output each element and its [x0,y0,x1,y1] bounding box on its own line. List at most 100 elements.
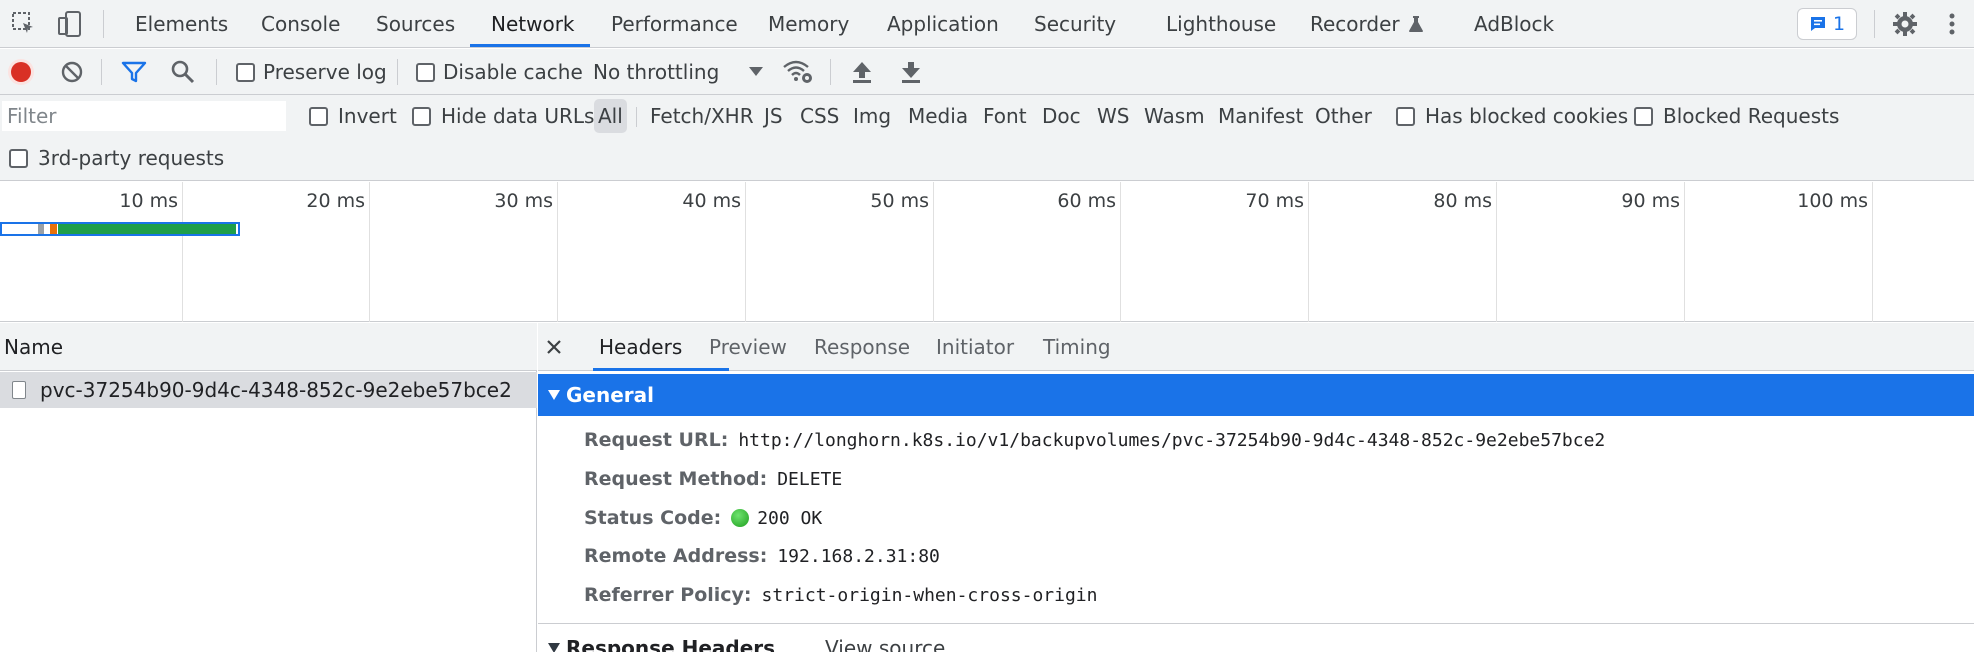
flask-icon [1408,15,1424,33]
type-filter-wasm[interactable]: Wasm [1144,99,1205,133]
inspect-element-icon[interactable] [8,0,40,48]
name-column-header[interactable]: Name [0,323,537,371]
disable-cache-checkbox[interactable]: Disable cache [416,49,583,95]
response-headers-section-header[interactable]: Response Headers View source [548,633,945,652]
blocked-requests-checkbox[interactable]: Blocked Requests [1634,99,1839,133]
tick-label: 60 ms [1057,190,1116,212]
tab-console[interactable]: Console [261,0,340,48]
network-conditions-button[interactable] [782,49,814,95]
timeline-tick: 60 ms [934,182,1121,322]
tab-label: Headers [599,335,683,359]
tab-network[interactable]: Network [491,0,575,48]
search-button[interactable] [170,49,196,95]
tab-performance[interactable]: Performance [611,0,738,48]
throttling-select[interactable]: No throttling [593,49,764,95]
type-filter-manifest[interactable]: Manifest [1218,99,1303,133]
timeline-tick: 100 ms [1685,182,1873,322]
tab-adblock[interactable]: AdBlock [1474,0,1554,48]
has-blocked-cookies-label: Has blocked cookies [1425,104,1629,128]
preserve-log-checkbox[interactable]: Preserve log [236,49,387,95]
type-filter-label: All [598,104,623,128]
timeline-overview[interactable]: 10 ms 20 ms 30 ms 40 ms 50 ms 60 ms 70 m… [0,182,1974,322]
checkbox-box [412,106,431,126]
timeline-tick: 30 ms [370,182,558,322]
record-button[interactable] [8,49,34,95]
tab-initiator[interactable]: Initiator [936,323,1014,371]
type-filter-doc[interactable]: Doc [1042,99,1081,133]
tab-timing[interactable]: Timing [1043,323,1111,371]
waterfall-segment-stalled [38,224,44,234]
timeline-tick: 90 ms [1497,182,1685,322]
type-filter-all[interactable]: All [594,99,627,133]
tab-preview[interactable]: Preview [709,323,787,371]
has-blocked-cookies-checkbox[interactable]: Has blocked cookies [1396,99,1628,133]
tab-application[interactable]: Application [887,0,999,48]
tab-label: AdBlock [1474,12,1555,36]
more-options-icon[interactable] [1937,0,1967,48]
checkbox-box [236,62,255,82]
third-party-requests-checkbox[interactable]: 3rd-party requests [9,141,224,175]
tab-sources[interactable]: Sources [376,0,455,48]
section-title: Response Headers [566,636,776,652]
type-filter-other[interactable]: Other [1315,99,1372,133]
type-filter-js[interactable]: JS [764,99,783,133]
request-name: pvc-37254b90-9d4c-4348-852c-9e2ebe57bce2 [40,378,512,402]
header-value: strict-origin-when-cross-origin [761,584,1098,606]
referrer-policy-row: Referrer Policy: strict-origin-when-cros… [584,576,1097,614]
type-filter-label: WS [1097,104,1130,128]
type-filter-fetch-xhr[interactable]: Fetch/XHR [650,99,754,133]
header-key: Request URL: [584,429,729,451]
divider [830,59,831,85]
invert-checkbox[interactable]: Invert [309,99,397,133]
tab-label: Console [261,12,341,36]
close-details-button[interactable] [546,323,562,371]
view-source-link[interactable]: View source [825,636,945,652]
settings-gear-icon[interactable] [1889,0,1921,48]
clear-icon [60,60,84,84]
type-filter-media[interactable]: Media [908,99,968,133]
filter-input[interactable]: Filter [2,101,286,131]
tab-recorder[interactable]: Recorder [1310,0,1424,48]
tick-label: 90 ms [1621,190,1680,212]
checkbox-box [416,62,435,82]
type-filter-label: Font [983,104,1027,128]
waterfall-segment-waiting [58,224,236,234]
tab-lighthouse[interactable]: Lighthouse [1166,0,1276,48]
tab-response[interactable]: Response [814,323,910,371]
divider [636,107,637,127]
type-filter-label: Media [908,104,969,128]
tab-elements[interactable]: Elements [135,0,228,48]
device-toolbar-icon[interactable] [54,0,86,48]
column-header-label: Name [4,334,64,359]
timeline-tick: 40 ms [558,182,746,322]
request-list: Name pvc-37254b90-9d4c-4348-852c-9e2ebe5… [0,323,537,652]
tab-label: Initiator [936,335,1015,359]
remote-address-row: Remote Address: 192.168.2.31:80 [584,537,940,575]
tick-label: 80 ms [1433,190,1492,212]
tab-headers[interactable]: Headers [599,323,682,371]
checkbox-box [9,148,28,168]
tick-label: 10 ms [119,190,178,212]
export-har-button[interactable] [900,49,922,95]
general-section-header[interactable]: General [538,374,1974,416]
import-har-button[interactable] [851,49,873,95]
type-filter-ws[interactable]: WS [1097,99,1129,133]
tick-label: 50 ms [870,190,929,212]
hide-data-urls-checkbox[interactable]: Hide data URLs [412,99,594,133]
type-filter-label: Other [1315,104,1372,128]
header-key: Referrer Policy: [584,584,752,606]
tick-label: 40 ms [682,190,741,212]
active-tab-indicator [470,44,590,47]
issues-button[interactable]: 1 [1797,8,1857,40]
checkbox-box [1634,106,1653,126]
request-row[interactable]: pvc-37254b90-9d4c-4348-852c-9e2ebe57bce2 [0,372,537,408]
type-filter-font[interactable]: Font [983,99,1027,133]
clear-button[interactable] [60,49,84,95]
type-filter-label: Wasm [1144,104,1205,128]
tab-security[interactable]: Security [1034,0,1116,48]
type-filter-css[interactable]: CSS [800,99,839,133]
filter-toggle-button[interactable] [121,49,147,95]
tab-memory[interactable]: Memory [768,0,849,48]
type-filter-img[interactable]: Img [853,99,891,133]
type-filter-label: Fetch/XHR [650,104,754,128]
